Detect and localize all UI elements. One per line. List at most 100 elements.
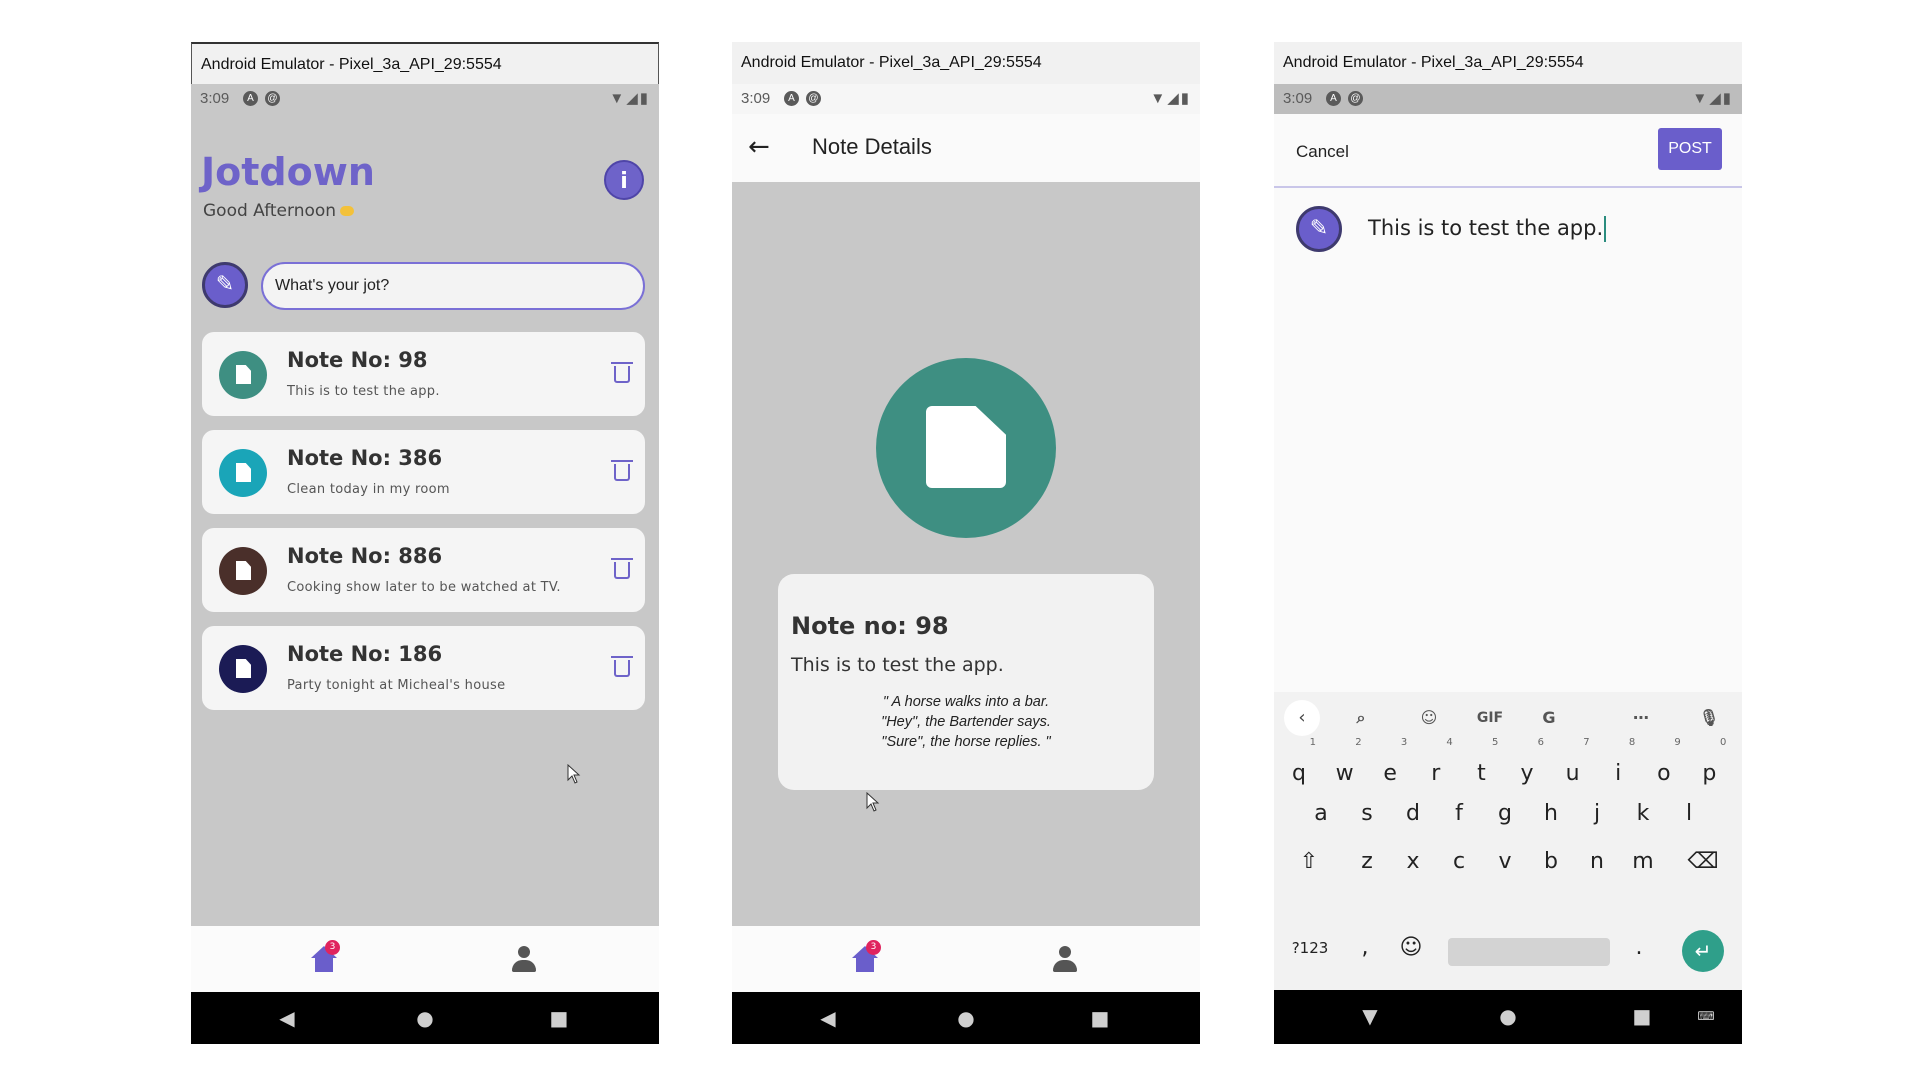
post-button[interactable]: POST xyxy=(1658,128,1722,170)
comma-key[interactable]: , xyxy=(1346,924,1384,972)
key-letter: y xyxy=(1520,761,1534,786)
key-m[interactable]: m xyxy=(1624,838,1662,886)
status-time: 3:09 xyxy=(200,90,230,107)
key-number-hint: 1 xyxy=(1309,737,1316,748)
avatar[interactable]: ✎ xyxy=(202,262,248,308)
symbols-key[interactable]: ?123 xyxy=(1280,924,1340,972)
translate-icon[interactable]: G xyxy=(1534,704,1564,732)
key-k[interactable]: k xyxy=(1624,790,1662,838)
android-nav-bar: ▼ ● ■ ⌨ xyxy=(1274,990,1742,1044)
nav-home-icon[interactable]: ● xyxy=(1496,1004,1520,1028)
delete-icon[interactable] xyxy=(611,460,633,482)
key-b[interactable]: b xyxy=(1532,838,1570,886)
emulator-titlebar: Android Emulator - Pixel_3a_API_29:5554 xyxy=(732,42,1200,84)
key-letter: t xyxy=(1477,761,1486,786)
notification-sync-icon: @ xyxy=(1348,91,1363,106)
key-h[interactable]: h xyxy=(1532,790,1570,838)
emoji-key-icon[interactable]: ☺ xyxy=(1392,924,1430,972)
note-title: Note No: 886 xyxy=(287,544,443,568)
quote-line: "Sure", the horse replies. " xyxy=(881,734,1051,750)
home-tab-icon[interactable]: 3 xyxy=(309,940,340,976)
search-icon[interactable]: ⌕ xyxy=(1346,704,1376,732)
jot-input[interactable]: What's your jot? xyxy=(261,262,645,310)
weather-icon xyxy=(340,206,355,216)
nav-recents-icon[interactable]: ■ xyxy=(1630,1004,1654,1028)
shift-key-icon[interactable]: ⇧ xyxy=(1290,838,1328,886)
chevron-left-icon[interactable]: ‹ xyxy=(1284,700,1320,736)
note-card[interactable]: Note No: 98 This is to test the app. xyxy=(202,332,645,416)
space-key[interactable] xyxy=(1448,938,1610,966)
keyboard-switch-icon[interactable]: ⌨ xyxy=(1694,1004,1718,1028)
key-v[interactable]: v xyxy=(1486,838,1524,886)
nav-home-icon[interactable]: ● xyxy=(954,1006,978,1030)
backspace-key-icon[interactable]: ⌫ xyxy=(1684,838,1722,886)
nav-hide-keyboard-icon[interactable]: ▼ xyxy=(1358,1004,1382,1028)
bottom-tab-bar: 3 xyxy=(732,926,1200,992)
nav-recents-icon[interactable]: ■ xyxy=(547,1006,571,1030)
key-number-hint: 5 xyxy=(1492,737,1499,748)
key-letter: p xyxy=(1702,761,1717,786)
key-g[interactable]: g xyxy=(1486,790,1524,838)
phone-home-screen: Android Emulator - Pixel_3a_API_29:5554 … xyxy=(191,42,659,1044)
status-time: 3:09 xyxy=(1283,90,1313,107)
note-icon xyxy=(219,547,267,595)
microphone-icon[interactable]: 🎙 xyxy=(1694,704,1724,732)
app-title: Jotdown xyxy=(201,150,375,194)
note-title: Note No: 186 xyxy=(287,642,443,666)
note-card[interactable]: Note No: 186 Party tonight at Micheal's … xyxy=(202,626,645,710)
note-subtitle: Party tonight at Micheal's house xyxy=(287,678,506,693)
back-arrow-icon[interactable]: ← xyxy=(748,132,770,162)
enter-key-icon[interactable]: ↵ xyxy=(1682,930,1724,972)
post-text-field[interactable]: This is to test the app. xyxy=(1368,216,1607,242)
period-key[interactable]: . xyxy=(1620,924,1658,972)
profile-tab-icon[interactable] xyxy=(1050,946,1080,976)
profile-tab-icon[interactable] xyxy=(509,946,539,976)
page-title: Note Details xyxy=(812,134,932,159)
key-l[interactable]: l xyxy=(1670,790,1708,838)
nav-back-icon[interactable]: ◀ xyxy=(816,1006,840,1030)
note-card[interactable]: Note No: 386 Clean today in my room xyxy=(202,430,645,514)
bottom-tab-bar: 3 xyxy=(191,926,659,992)
delete-icon[interactable] xyxy=(611,656,633,678)
keyboard-toolbar: ‹ ⌕ ☺ GIF G ⋯ 🎙 xyxy=(1274,692,1742,744)
home-tab-icon[interactable]: 3 xyxy=(850,940,881,976)
more-icon[interactable]: ⋯ xyxy=(1626,704,1656,732)
key-x[interactable]: x xyxy=(1394,838,1432,886)
soft-keyboard: ‹ ⌕ ☺ GIF G ⋯ 🎙 q 1 w 2 e 3 r 4 t 5 y 6 u 7 i 8 o 9 p 0 asd… xyxy=(1274,692,1742,992)
delete-icon[interactable] xyxy=(611,558,633,580)
sticker-icon[interactable]: ☺ xyxy=(1414,704,1444,732)
notification-sync-icon: @ xyxy=(265,91,280,106)
nav-home-icon[interactable]: ● xyxy=(413,1006,437,1030)
key-c[interactable]: c xyxy=(1440,838,1478,886)
key-n[interactable]: n xyxy=(1578,838,1616,886)
notification-a-icon: A xyxy=(243,91,258,106)
phone-note-details: Android Emulator - Pixel_3a_API_29:5554 … xyxy=(732,42,1200,1044)
key-z[interactable]: z xyxy=(1348,838,1386,886)
avatar: ✎ xyxy=(1296,206,1342,252)
signal-battery-icon: ▼◢▮ xyxy=(609,90,650,107)
key-letter: q xyxy=(1292,761,1306,786)
note-detail-content: Note no: 98 This is to test the app. " A… xyxy=(732,182,1200,926)
key-letter: u xyxy=(1565,761,1580,786)
nav-recents-icon[interactable]: ■ xyxy=(1088,1006,1112,1030)
key-number-hint: 6 xyxy=(1537,737,1544,748)
app-bar: ← Note Details xyxy=(732,114,1200,182)
greeting-text: Good Afternoon xyxy=(203,201,337,221)
nav-back-icon[interactable]: ◀ xyxy=(275,1006,299,1030)
note-card[interactable]: Note No: 886 Cooking show later to be wa… xyxy=(202,528,645,612)
status-bar: 3:09 A @ ▼◢▮ xyxy=(732,84,1200,114)
key-a[interactable]: a xyxy=(1302,790,1340,838)
key-j[interactable]: j xyxy=(1578,790,1616,838)
key-f[interactable]: f xyxy=(1440,790,1478,838)
key-s[interactable]: s xyxy=(1348,790,1386,838)
home-badge: 3 xyxy=(325,940,340,955)
key-letter: w xyxy=(1335,761,1354,786)
key-number-hint: 8 xyxy=(1628,737,1636,748)
key-d[interactable]: d xyxy=(1394,790,1432,838)
gif-button[interactable]: GIF xyxy=(1468,704,1512,732)
cancel-button[interactable]: Cancel xyxy=(1296,142,1349,162)
delete-icon[interactable] xyxy=(611,362,633,384)
key-number-hint: 0 xyxy=(1720,737,1727,748)
signal-battery-icon: ▼◢▮ xyxy=(1150,90,1191,107)
info-icon[interactable]: i xyxy=(604,160,644,200)
